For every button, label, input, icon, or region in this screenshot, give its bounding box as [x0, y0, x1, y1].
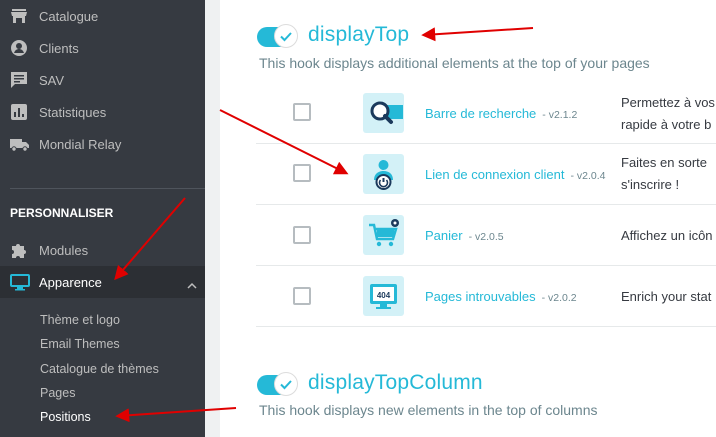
module-checkbox[interactable] — [293, 226, 311, 244]
module-name-text[interactable]: Pages introuvables — [425, 289, 536, 304]
module-description-line: Faites en sorte — [621, 155, 707, 170]
submenu-item-pages[interactable]: Pages — [40, 386, 75, 400]
chevron-up-icon[interactable] — [187, 278, 197, 289]
hook-title: displayTopColumn — [308, 371, 483, 394]
sidebar-submenu: Thème et logo Email Themes Catalogue de … — [0, 298, 205, 437]
puzzle-icon — [10, 241, 28, 259]
hook-title: displayTop — [308, 23, 410, 46]
hook-toggle-displaytop[interactable] — [257, 24, 298, 48]
hook-description: This hook displays additional elements a… — [259, 55, 650, 71]
sidebar-item-label: Apparence — [39, 275, 102, 290]
module-description: Affichez un icôn — [621, 225, 713, 247]
sidebar-item-label: Modules — [39, 243, 89, 258]
sidebar-item-label: Clients — [39, 41, 79, 56]
module-version: - v2.1.2 — [542, 109, 578, 121]
sidebar-item-statistiques[interactable]: Statistiques — [0, 96, 205, 128]
bar-chart-icon — [10, 103, 28, 121]
module-name[interactable]: Panier - v2.0.5 — [425, 228, 504, 243]
customer-login-icon — [363, 154, 404, 194]
row-divider — [256, 265, 716, 266]
store-icon — [10, 7, 28, 25]
module-version: - v2.0.5 — [468, 231, 504, 243]
hook-description: This hook displays new elements in the t… — [259, 402, 598, 418]
404-icon: 404 — [363, 276, 404, 316]
sidebar-item-label: Catalogue — [39, 9, 99, 24]
sidebar: Catalogue Clients SAV Statistiques Mondi… — [0, 0, 205, 437]
submenu-item-positions[interactable]: Positions — [40, 410, 91, 424]
hook-toggle-displaytopcolumn[interactable] — [257, 372, 298, 396]
sidebar-item-label: Mondial Relay — [39, 137, 122, 152]
sidebar-section-title: PERSONNALISER — [10, 206, 114, 220]
sidebar-item-catalogue[interactable]: Catalogue — [0, 0, 205, 32]
module-name[interactable]: Barre de recherche - v2.1.2 — [425, 106, 577, 121]
sidebar-item-modules[interactable]: Modules — [0, 234, 205, 266]
row-divider — [256, 326, 716, 327]
account-circle-icon — [10, 39, 28, 57]
module-name[interactable]: Pages introuvables - v2.0.2 — [425, 289, 577, 304]
module-description-line: Affichez un icôn — [621, 228, 713, 243]
svg-text:404: 404 — [377, 291, 391, 300]
module-name-text[interactable]: Panier — [425, 228, 463, 243]
submenu-item-email-themes[interactable]: Email Themes — [40, 337, 120, 351]
module-description-line: rapide à votre b — [621, 117, 712, 132]
module-checkbox[interactable] — [293, 103, 311, 121]
module-description: Faites en sorte s'inscrire ! — [621, 152, 707, 196]
sidebar-item-label: Statistiques — [39, 105, 107, 120]
module-description-line: s'inscrire ! — [621, 177, 680, 192]
module-name-text[interactable]: Barre de recherche — [425, 106, 536, 121]
module-version: - v2.0.4 — [570, 170, 606, 182]
module-version: - v2.0.2 — [541, 292, 577, 304]
submenu-item-theme-logo[interactable]: Thème et logo — [40, 313, 120, 327]
cart-icon — [363, 215, 404, 255]
module-description: Enrich your stat — [621, 286, 711, 308]
search-module-icon — [363, 93, 404, 133]
chat-icon — [10, 71, 28, 89]
sidebar-item-sav[interactable]: SAV — [0, 64, 205, 96]
sidebar-item-clients[interactable]: Clients — [0, 32, 205, 64]
module-checkbox[interactable] — [293, 287, 311, 305]
module-name[interactable]: Lien de connexion client - v2.0.4 — [425, 167, 606, 182]
toggle-knob — [274, 24, 298, 48]
module-description-line: Permettez à vos — [621, 95, 715, 110]
main-content: displayTop This hook displays additional… — [220, 0, 716, 437]
toggle-knob — [274, 372, 298, 396]
module-name-text[interactable]: Lien de connexion client — [425, 167, 565, 182]
sidebar-item-label: SAV — [39, 73, 65, 88]
row-divider — [256, 204, 716, 205]
sidebar-divider — [10, 188, 205, 189]
sidebar-item-apparence[interactable]: Apparence — [0, 266, 205, 298]
row-divider — [256, 143, 716, 144]
truck-icon — [10, 135, 29, 153]
content-gutter — [205, 0, 220, 437]
module-description-line: Enrich your stat — [621, 289, 712, 304]
submenu-item-catalogue-themes[interactable]: Catalogue de thèmes — [40, 362, 159, 376]
module-description: Permettez à vos rapide à votre b — [621, 92, 715, 136]
sidebar-item-mondial-relay[interactable]: Mondial Relay — [0, 128, 205, 160]
module-checkbox[interactable] — [293, 164, 311, 182]
monitor-icon — [10, 273, 30, 291]
